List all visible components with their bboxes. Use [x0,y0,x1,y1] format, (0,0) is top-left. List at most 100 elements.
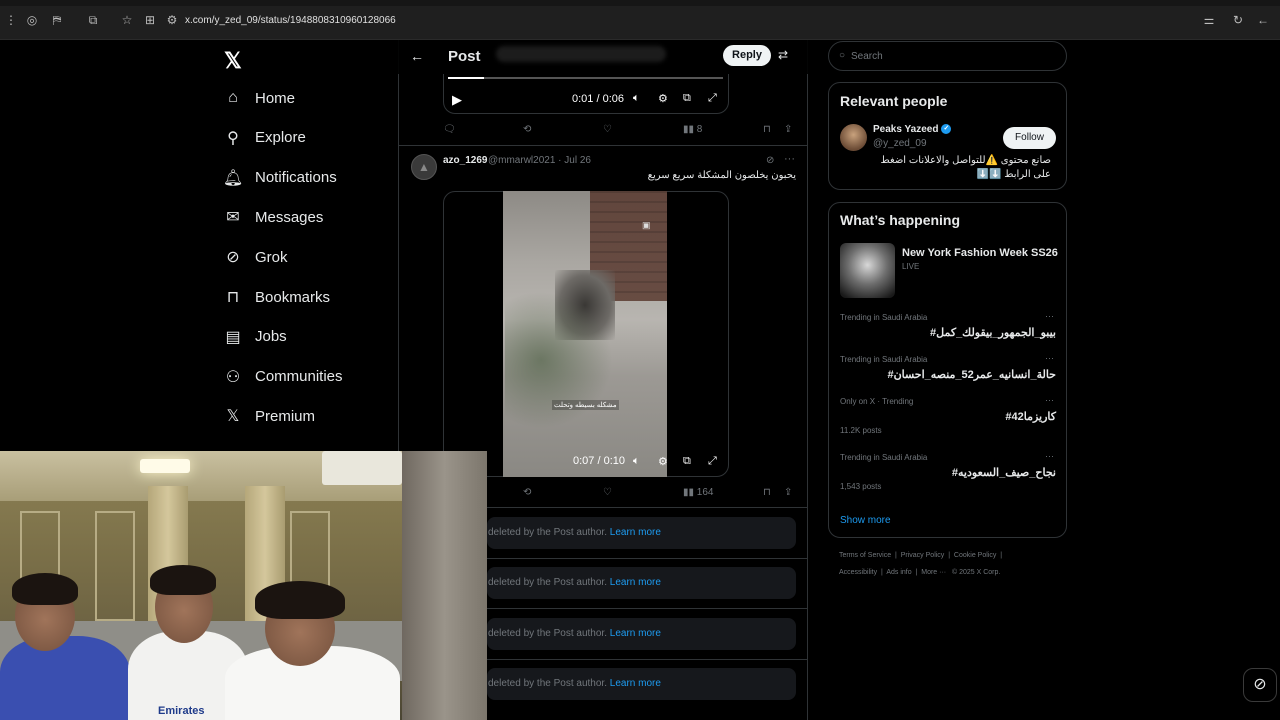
nav-item-label: Premium [255,407,316,425]
more-icon[interactable]: ··· [1045,311,1054,321]
extensions-icon[interactable]: ⛿ [50,13,64,27]
back-arrow-icon[interactable]: ← [410,48,424,64]
retweet-icon[interactable]: ⟲ [523,487,531,498]
share-icon[interactable]: ⇪ [784,487,792,498]
tweet-text: يحبون يخلصون المشكلة سريع سريع [647,170,796,181]
learn-more-link[interactable]: Learn more [610,628,661,639]
nav-item-bookmarks[interactable]: ⊓ Bookmarks [224,285,330,309]
trend-name[interactable]: #حالة_انسانيه_عمر52_منصه_احسان [840,368,1056,381]
search-input[interactable] [851,48,1051,64]
profile-icon[interactable]: ◎ [25,13,39,27]
share-page-icon[interactable]: ⊞ [143,13,157,27]
tune-icon[interactable]: ⚌ [1202,13,1216,27]
follow-button[interactable]: Follow [1003,127,1056,149]
nav-item-home[interactable]: ⌂ Home [224,86,295,110]
person-shirt [0,636,130,720]
settings-icon[interactable]: ⚙ [658,455,668,468]
video-progress-fill [448,77,484,79]
whats-happening-card: What’s happening New York Fashion Week S… [828,202,1067,538]
x-logo-icon[interactable]: 𝕏 [224,48,242,74]
cookie-link[interactable]: Cookie Policy [954,552,996,559]
card-title: What’s happening [840,212,961,228]
terms-link[interactable]: Terms of Service [839,552,891,559]
trend-name[interactable]: #بيبو_الجمهور_بيقولك_كمل [840,326,1056,339]
menu-dots-icon[interactable]: ⋮ [4,13,18,27]
fullscreen-icon[interactable]: ⤢ [708,455,717,468]
puzzle-icon[interactable]: ⧉ [86,13,100,27]
shirt-text: Emirates [158,705,205,717]
grok-icon[interactable]: ⊘ [766,155,774,166]
more-icon[interactable]: ··· [784,153,795,165]
reload-icon[interactable]: ↻ [1231,13,1245,27]
bookmark-icon: ⊓ [226,289,240,306]
tweet-actions: ⟲ ♡ ▮▮ 164 ⊓ ⇪ [443,487,798,501]
tweet-author-handle[interactable]: @mmarwl2021 · Jul 26 [488,155,591,166]
ads-info-link[interactable]: Ads info [886,569,911,576]
trend-context: Trending in Saudi Arabia [840,355,928,364]
video-progress[interactable] [448,77,723,79]
pip-icon[interactable]: ⧉ [683,455,691,468]
nav-item-label: Notifications [255,169,337,187]
settings-icon[interactable]: ⚙ [658,92,668,105]
fullscreen-icon[interactable]: ⤢ [708,92,717,105]
views-icon[interactable]: ▮▮ 164 [683,487,713,498]
air-conditioner [322,451,402,485]
sliders-icon[interactable]: ⇄ [778,48,788,62]
show-more-link[interactable]: Show more [840,515,891,526]
grok-icon[interactable]: ⊘ [1243,668,1277,702]
bookmark-icon[interactable]: ⊓ [763,124,771,135]
deleted-post-notice: deleted by the Post author. Learn more [487,517,796,549]
back-arrow-icon[interactable]: ← [1256,13,1270,27]
copyright: © 2025 X Corp. [951,569,1001,576]
address-bar[interactable]: x.com/y_zed_09/status/194880831096012806… [185,15,396,26]
retweet-icon[interactable]: ⟲ [523,124,531,135]
like-icon[interactable]: ♡ [603,124,612,135]
share-icon[interactable]: ⇪ [784,124,792,135]
avatar[interactable] [840,124,867,151]
site-info-icon[interactable]: ⚙ [165,13,179,27]
more-icon[interactable]: ··· [1045,395,1054,405]
learn-more-link[interactable]: Learn more [610,678,661,689]
video-caption: مشكله بسيطه وتحلت [552,400,619,410]
more-icon[interactable]: ··· [1045,353,1054,363]
views-icon[interactable]: ▮▮ 8 [683,124,702,135]
user-handle[interactable]: @y_zed_09 [873,138,927,149]
star-icon[interactable]: ☆ [120,13,134,27]
tweet-author-name[interactable]: azo_1269 [443,155,487,166]
reply-button[interactable]: Reply [723,45,771,66]
search-box[interactable]: ○ [828,41,1067,71]
nav-item-communities[interactable]: ⚇ Communities [224,365,343,389]
nav-item-notifications[interactable]: 🔔︎ Notifications [222,166,337,190]
live-badge: LIVE [902,262,920,271]
learn-more-link[interactable]: Learn more [610,577,661,588]
nav-item-explore[interactable]: ⚲ Explore [224,126,306,150]
trend-feature-title[interactable]: New York Fashion Week SS26 [902,247,1058,259]
nav-item-premium[interactable]: 𝕏 Premium [224,404,315,428]
play-icon[interactable]: ▶ [452,92,462,108]
trend-thumbnail[interactable] [840,243,895,298]
accessibility-link[interactable]: Accessibility [839,569,877,576]
more-link[interactable]: More ··· [921,569,946,576]
volume-icon[interactable]: 🔈︎ [633,455,640,468]
nav-item-label: Messages [255,208,324,226]
pip-icon[interactable]: ⧉ [683,92,691,105]
avatar[interactable]: ▲ [411,154,437,180]
nav-item-label: Grok [255,248,288,266]
trend-name[interactable]: #نجاح_صيف_السعوديه [840,466,1056,479]
tweet-actions: 🗨︎ ⟲ ♡ ▮▮ 8 ⊓ ⇪ [443,124,798,138]
deleted-post-notice: deleted by the Post author. Learn more [487,668,796,700]
bookmark-icon[interactable]: ⊓ [763,487,771,498]
reply-icon[interactable]: 🗨︎ [443,124,456,135]
nav-item-messages[interactable]: ✉ Messages [224,205,323,229]
nav-item-label: Jobs [255,328,287,346]
trend-name[interactable]: #كاريزما42 [840,410,1056,423]
learn-more-link[interactable]: Learn more [610,527,661,538]
like-icon[interactable]: ♡ [603,487,612,498]
bell-icon: 🔔︎ [222,169,244,187]
nav-item-grok[interactable]: ⊘ Grok [224,245,288,269]
privacy-link[interactable]: Privacy Policy [901,552,945,559]
more-icon[interactable]: ··· [1045,451,1054,461]
nav-item-jobs[interactable]: ▤ Jobs [224,325,287,349]
user-name[interactable]: Peaks Yazeed ✓ [873,124,952,135]
volume-icon[interactable]: 🔈︎ [633,92,640,105]
